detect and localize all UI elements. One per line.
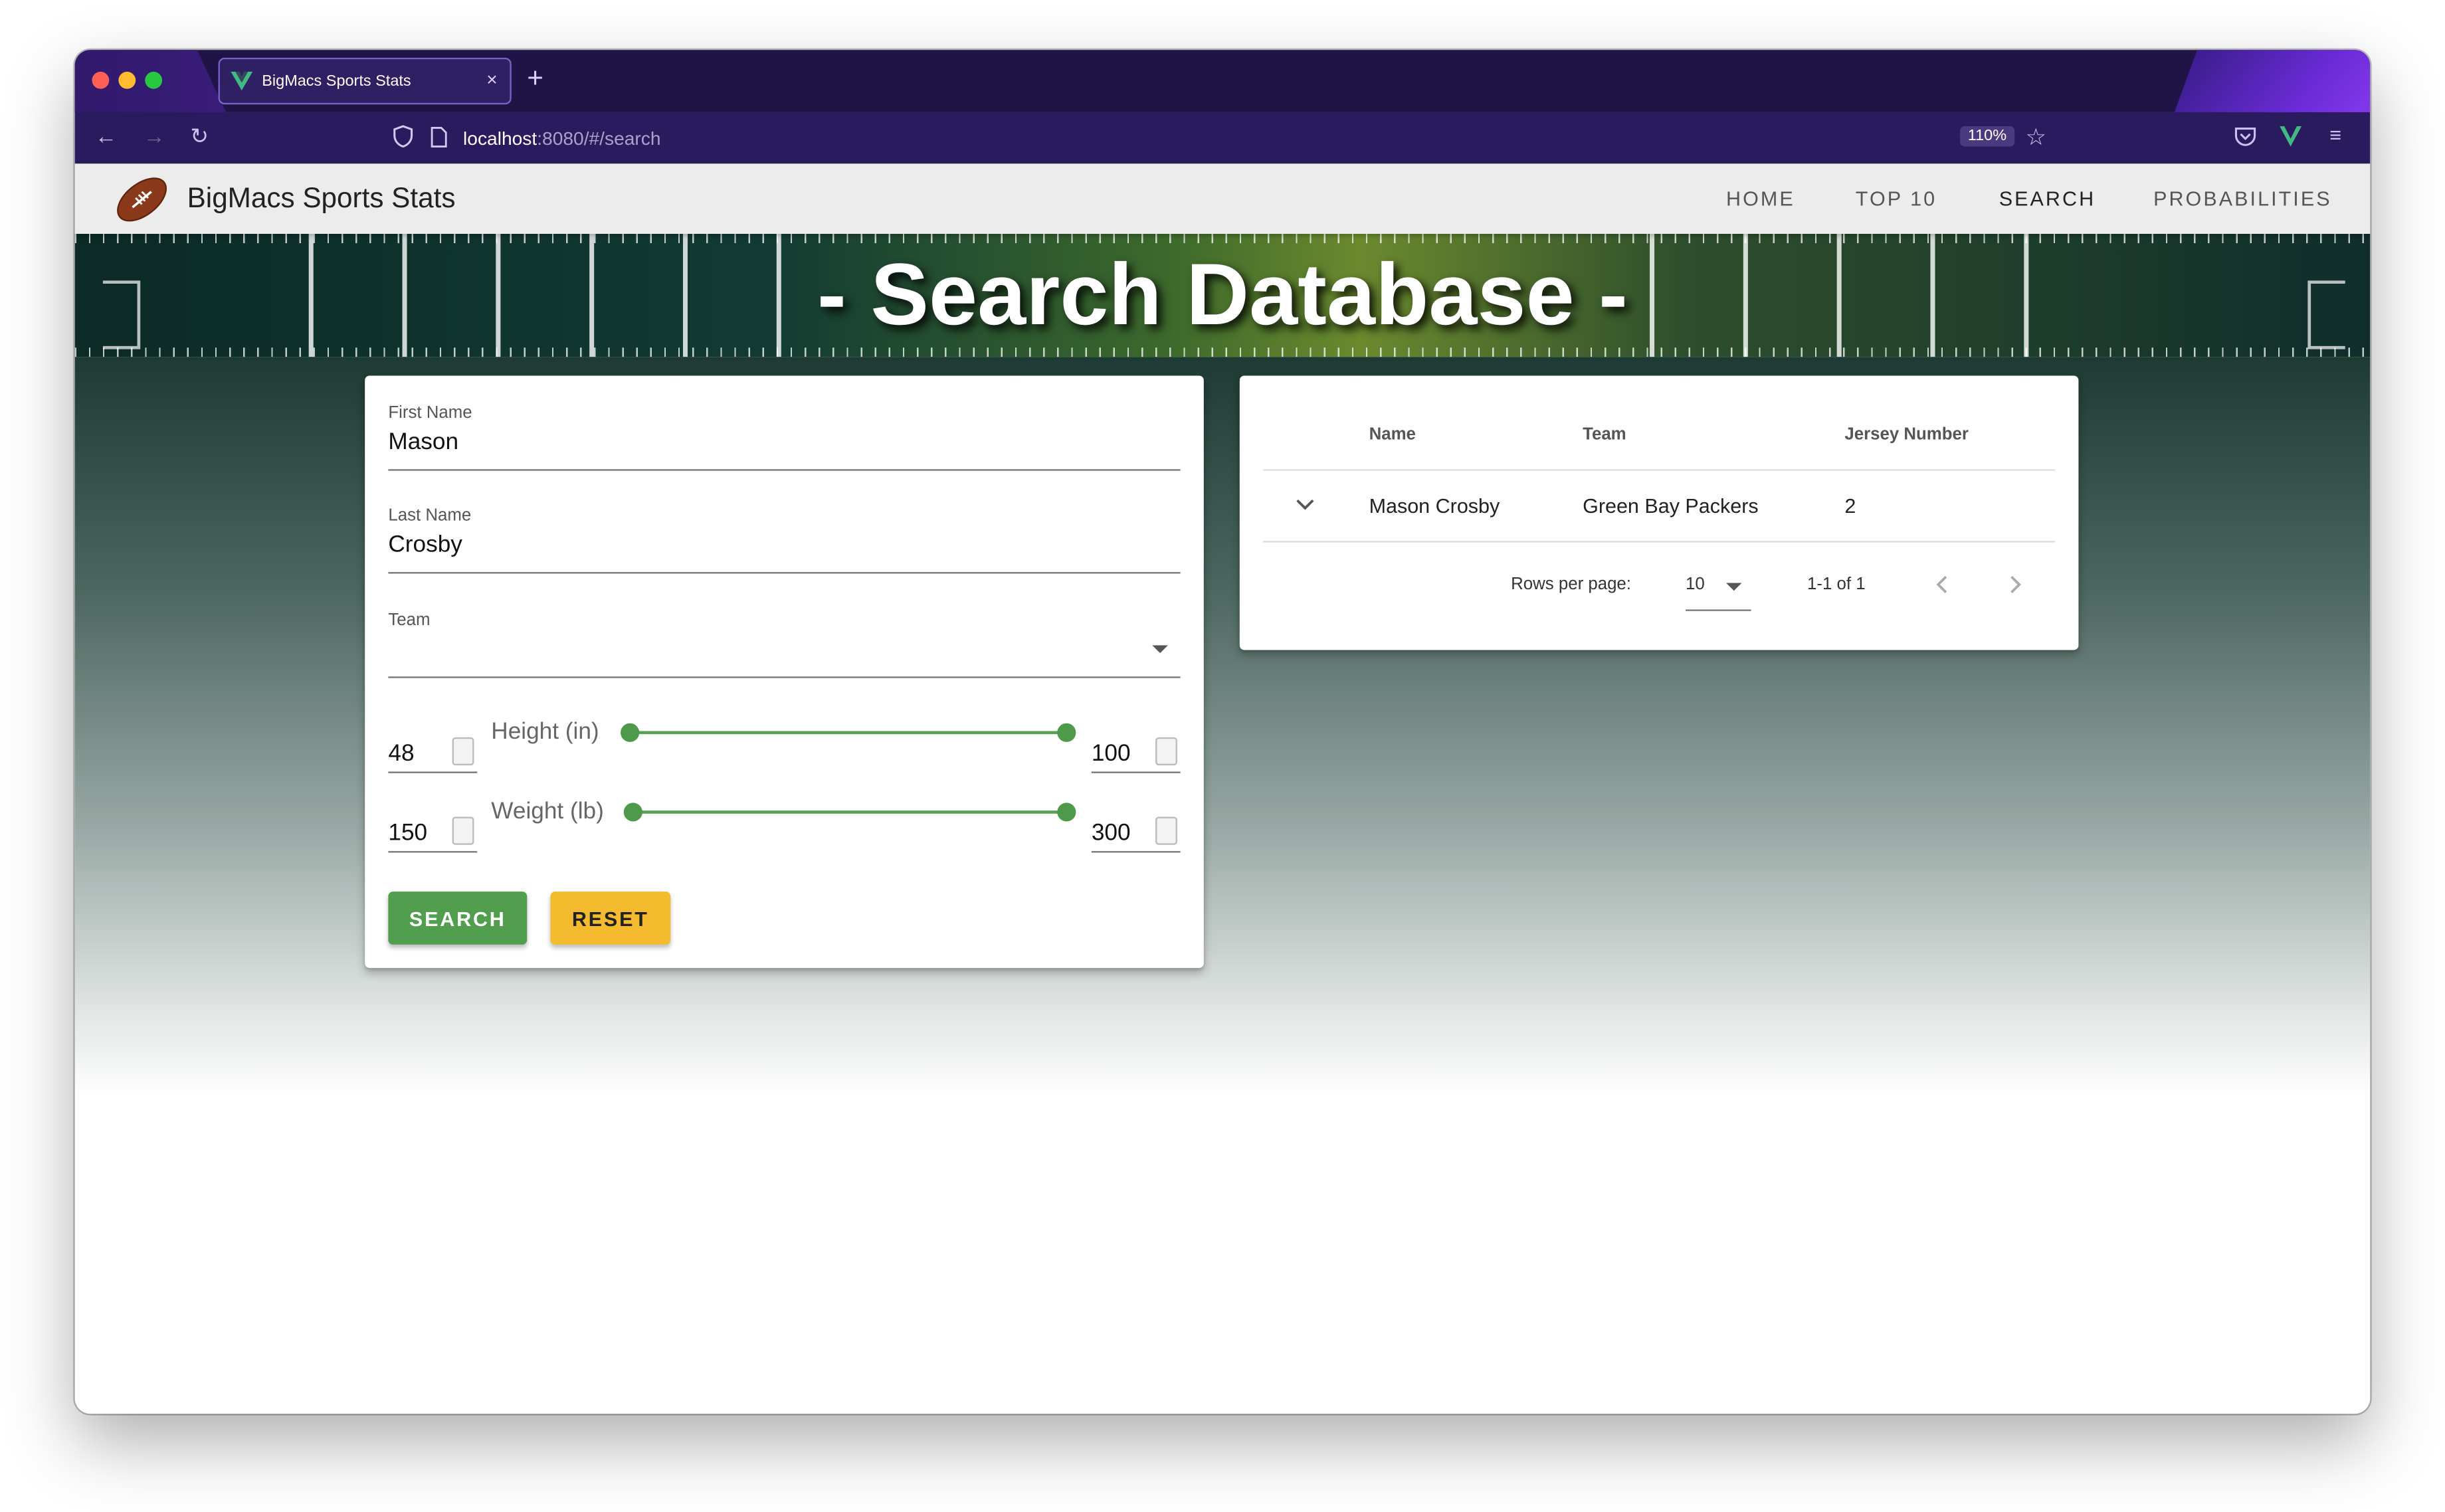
last-name-input[interactable]: Crosby <box>388 531 462 558</box>
app-header: BigMacs Sports Stats HOME TOP 10 SEARCH … <box>74 163 2371 234</box>
weight-slider-track[interactable] <box>633 810 1067 814</box>
back-arrow-icon[interactable]: ← <box>95 123 117 148</box>
nav-top10[interactable]: TOP 10 <box>1856 187 1937 211</box>
height-min-input[interactable]: 48 <box>388 728 478 773</box>
column-header-team[interactable]: Team <box>1583 426 1626 444</box>
height-min-handle[interactable] <box>621 723 640 742</box>
rows-per-page-label: Rows per page: <box>1511 575 1631 594</box>
vue-devtools-icon[interactable] <box>2280 126 2302 147</box>
vue-logo-icon <box>231 71 253 91</box>
url-text[interactable]: localhost:8080/#/search <box>463 128 661 149</box>
minimize-window-button[interactable] <box>118 71 136 89</box>
first-name-field[interactable]: First Name Mason <box>388 403 1181 471</box>
column-header-name[interactable]: Name <box>1369 426 1416 444</box>
last-name-field[interactable]: Last Name Crosby <box>388 506 1181 574</box>
tab-title: BigMacs Sports Stats <box>262 72 411 90</box>
forward-arrow-icon[interactable]: → <box>144 123 165 148</box>
height-max-handle[interactable] <box>1057 723 1076 742</box>
rows-per-page-select[interactable]: 10 <box>1685 566 1751 611</box>
height-min-stepper[interactable] <box>452 737 474 766</box>
height-label: Height (in) <box>491 718 599 745</box>
cell-name: Mason Crosby <box>1369 494 1500 518</box>
browser-toolbar: ← → ↻ localhost:8080/#/search 110% ☆ ≡ <box>74 112 2371 164</box>
team-select[interactable]: Team <box>388 611 1181 678</box>
weight-max-stepper[interactable] <box>1155 816 1177 845</box>
browser-window: BigMacs Sports Stats × + ← → ↻ localhost… <box>74 50 2371 1414</box>
reset-button[interactable]: RESET <box>550 892 671 945</box>
tab-close-icon[interactable]: × <box>486 68 497 90</box>
search-button[interactable]: SEARCH <box>388 892 528 945</box>
close-window-button[interactable] <box>92 71 110 89</box>
zoom-level-badge[interactable]: 110% <box>1960 126 2014 147</box>
first-name-input[interactable]: Mason <box>388 428 458 455</box>
results-card: Name Team Jersey Number Mason Crosby Gre… <box>1239 375 2079 650</box>
tab-strip: BigMacs Sports Stats × + <box>74 50 2371 112</box>
new-tab-button[interactable]: + <box>527 62 543 95</box>
column-header-jersey[interactable]: Jersey Number <box>1844 426 1969 444</box>
expand-chevron-icon[interactable] <box>1296 499 1314 512</box>
cell-jersey: 2 <box>1844 494 1856 518</box>
weight-label: Weight (lb) <box>491 798 604 825</box>
first-name-label: First Name <box>388 403 472 423</box>
window-controls <box>92 71 163 89</box>
bookmark-star-icon[interactable]: ☆ <box>2026 123 2047 151</box>
nav-home[interactable]: HOME <box>1726 187 1795 211</box>
team-label: Team <box>388 611 431 630</box>
chevron-down-icon[interactable] <box>1726 583 1742 591</box>
page-info: 1-1 of 1 <box>1807 575 1866 594</box>
reload-icon[interactable]: ↻ <box>190 123 209 149</box>
weight-min-handle[interactable] <box>623 803 642 822</box>
page-icon <box>431 126 447 147</box>
pocket-icon[interactable] <box>2234 126 2256 147</box>
last-name-label: Last Name <box>388 506 472 525</box>
page-title: - Search Database - <box>817 244 1628 343</box>
weight-min-input[interactable]: 150 <box>388 807 478 853</box>
next-page-icon[interactable] <box>2010 575 2022 594</box>
prev-page-icon[interactable] <box>1935 575 1948 594</box>
weight-max-handle[interactable] <box>1057 803 1076 822</box>
cell-team: Green Bay Packers <box>1583 494 1759 518</box>
weight-max-input[interactable]: 300 <box>1091 807 1181 853</box>
menu-icon[interactable]: ≡ <box>2329 123 2341 146</box>
weight-min-stepper[interactable] <box>452 816 474 845</box>
shield-icon[interactable] <box>393 125 413 148</box>
nav-probabilities[interactable]: PROBABILITIES <box>2153 187 2332 211</box>
app-brand[interactable]: BigMacs Sports Stats <box>187 183 456 215</box>
height-max-input[interactable]: 100 <box>1091 728 1181 773</box>
content-area: First Name Mason Last Name Crosby Team 4… <box>74 357 2371 1414</box>
height-slider-track[interactable] <box>630 731 1067 735</box>
browser-tab[interactable]: BigMacs Sports Stats × <box>218 57 512 105</box>
search-form-card: First Name Mason Last Name Crosby Team 4… <box>365 375 1204 969</box>
chevron-down-icon[interactable] <box>1152 645 1168 654</box>
nav-search[interactable]: SEARCH <box>1999 187 2096 211</box>
height-max-stepper[interactable] <box>1155 737 1177 766</box>
address-bar[interactable]: localhost:8080/#/search 110% ☆ <box>383 117 2061 159</box>
maximize-window-button[interactable] <box>145 71 163 89</box>
football-icon <box>117 177 167 222</box>
hero-banner: - Search Database - <box>74 233 2371 357</box>
